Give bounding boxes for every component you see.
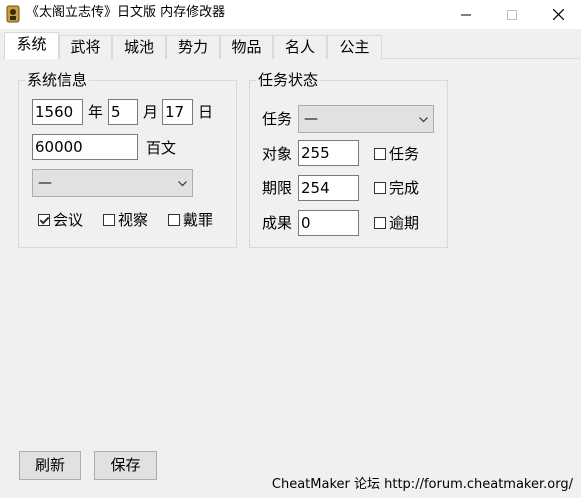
result-input[interactable]: 0 [298, 210, 359, 236]
inspect-checkbox[interactable]: 视察 [103, 210, 148, 230]
system-dropdown-value: — [38, 175, 52, 191]
system-dropdown[interactable]: — [32, 169, 193, 197]
checkbox-unchecked-icon [168, 214, 180, 226]
tab-celebrities[interactable]: 名人 [273, 35, 327, 59]
tab-castles[interactable]: 城池 [112, 35, 166, 59]
chevron-down-icon [176, 170, 188, 198]
checkbox-unchecked-icon [374, 148, 386, 160]
maximize-icon [507, 9, 517, 20]
close-icon [552, 9, 564, 20]
close-button[interactable] [535, 0, 581, 29]
complete-checkbox[interactable]: 完成 [374, 178, 419, 198]
task-dropdown[interactable]: — [298, 105, 434, 133]
refresh-button[interactable]: 刷新 [19, 451, 81, 480]
maximize-button[interactable] [489, 0, 535, 29]
month-unit-label: 月 [143, 103, 159, 121]
tab-generals[interactable]: 武将 [59, 35, 112, 59]
complete-checkbox-label: 完成 [389, 179, 420, 197]
checkbox-unchecked-icon [374, 182, 386, 194]
money-unit-label: 百文 [146, 139, 177, 157]
window-title: 《太阁立志传》日文版 内存修改器 [26, 5, 226, 20]
task-label: 任务 [262, 110, 293, 128]
checkbox-unchecked-icon [374, 217, 386, 229]
minimize-button[interactable] [443, 0, 489, 29]
penalty-checkbox-label: 戴罪 [183, 211, 214, 229]
deadline-input[interactable]: 254 [298, 175, 359, 201]
minimize-icon [461, 14, 471, 15]
day-unit-label: 日 [198, 103, 214, 121]
overdue-checkbox-label: 逾期 [389, 214, 420, 232]
system-info-title: 系统信息 [25, 71, 90, 89]
result-label: 成果 [262, 214, 293, 232]
inspect-checkbox-label: 视察 [118, 211, 149, 229]
task-checkbox[interactable]: 任务 [374, 144, 419, 164]
year-input[interactable]: 1560 [32, 99, 83, 125]
footer-link[interactable]: CheatMaker 论坛 http://forum.cheatmaker.or… [272, 476, 573, 494]
task-status-title: 任务状态 [256, 71, 321, 89]
app-icon [5, 5, 21, 23]
tab-factions[interactable]: 势力 [166, 35, 220, 59]
money-input[interactable]: 60000 [32, 134, 138, 160]
meeting-checkbox[interactable]: 会议 [38, 210, 83, 230]
tab-princesses[interactable]: 公主 [327, 35, 382, 59]
penalty-checkbox[interactable]: 戴罪 [168, 210, 213, 230]
meeting-checkbox-label: 会议 [53, 211, 84, 229]
overdue-checkbox[interactable]: 逾期 [374, 213, 419, 233]
deadline-label: 期限 [262, 179, 293, 197]
target-label: 对象 [262, 145, 293, 163]
month-input[interactable]: 5 [108, 99, 138, 125]
checkbox-checked-icon [38, 214, 50, 226]
day-input[interactable]: 17 [162, 99, 193, 125]
title-bar: 《太阁立志传》日文版 内存修改器 [0, 0, 581, 29]
save-button[interactable]: 保存 [94, 451, 157, 480]
year-unit-label: 年 [88, 103, 104, 121]
tab-system[interactable]: 系统 [4, 32, 59, 59]
tab-items[interactable]: 物品 [220, 35, 273, 59]
chevron-down-icon [417, 106, 429, 134]
task-checkbox-label: 任务 [389, 145, 420, 163]
task-dropdown-value: — [304, 111, 318, 127]
target-input[interactable]: 255 [298, 140, 359, 166]
checkbox-unchecked-icon [103, 214, 115, 226]
